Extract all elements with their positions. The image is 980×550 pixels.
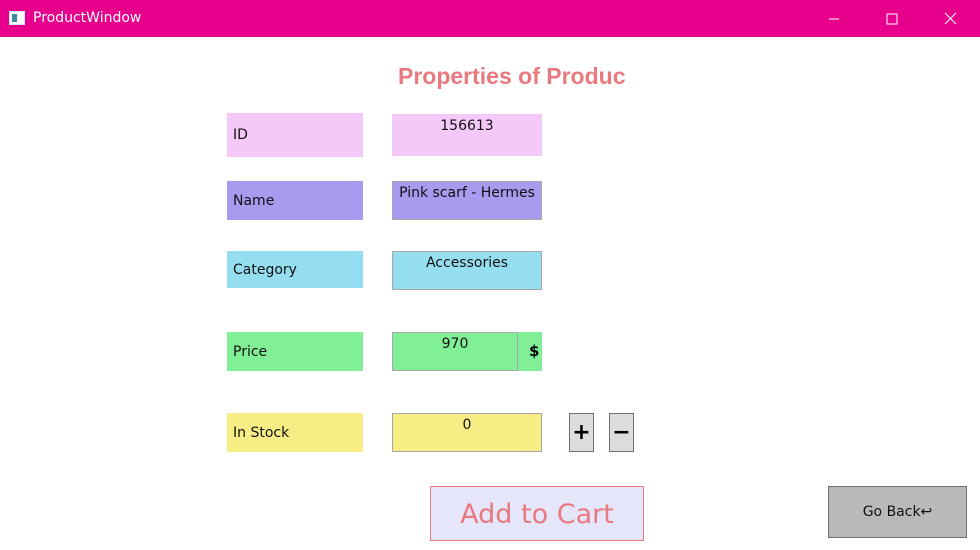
close-icon (944, 12, 956, 25)
page-title: Properties of Produc (398, 63, 626, 89)
price-label: Price (227, 332, 363, 371)
minimize-icon (829, 18, 839, 19)
category-field[interactable]: Accessories (392, 251, 542, 290)
title-bar[interactable]: ProductWindow (0, 0, 980, 37)
id-label: ID (227, 113, 363, 157)
maximize-icon (886, 13, 898, 24)
increase-stock-button[interactable]: + (569, 413, 594, 452)
stock-field[interactable]: 0 (392, 413, 542, 452)
stock-label: In Stock (227, 413, 363, 452)
app-window-icon (9, 11, 25, 25)
price-field[interactable]: 970 (392, 332, 518, 371)
category-label: Category (227, 251, 363, 288)
window-title: ProductWindow (33, 10, 142, 26)
maximize-button[interactable] (869, 0, 915, 37)
name-label: Name (227, 181, 363, 220)
id-field: 156613 (392, 114, 542, 156)
decrease-stock-button[interactable]: − (609, 413, 634, 452)
currency-label: $ (518, 332, 542, 371)
close-button[interactable] (927, 0, 973, 37)
add-to-cart-button[interactable]: Add to Cart (430, 486, 644, 541)
product-window-content: Properties of Produc ID 156613 Name Pink… (0, 37, 980, 550)
minimize-button[interactable] (811, 0, 857, 37)
name-field[interactable]: Pink scarf - Hermes (392, 181, 542, 220)
go-back-button[interactable]: Go Back↩ (828, 486, 967, 538)
